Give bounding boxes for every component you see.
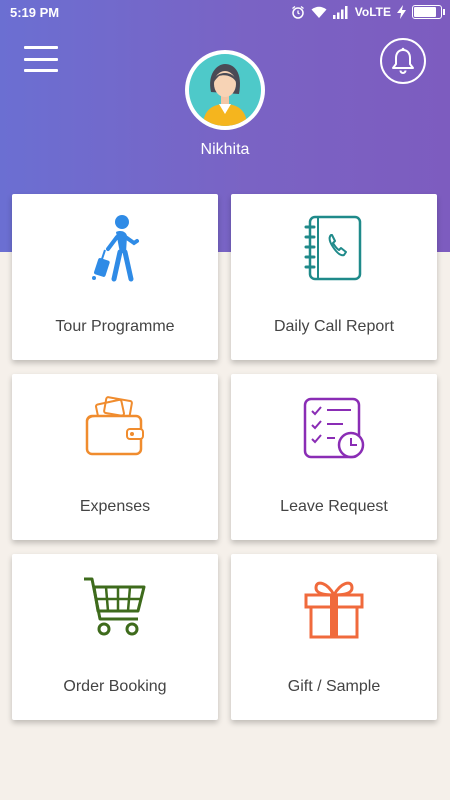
notification-button[interactable] [380, 38, 426, 84]
status-time: 5:19 PM [10, 4, 60, 20]
tile-label: Expenses [79, 498, 151, 515]
charging-icon [397, 5, 406, 19]
status-icons: VoLTE [291, 5, 445, 19]
tile-gift-sample[interactable]: Gift / Sample [231, 554, 437, 720]
tile-daily-call-report[interactable]: Daily Call Report [231, 194, 437, 360]
hamburger-menu-icon[interactable] [24, 46, 58, 72]
tile-order-booking[interactable]: Order Booking [12, 554, 218, 720]
bell-icon [392, 47, 414, 74]
gift-icon [304, 581, 364, 639]
user-name: Nikhita [200, 141, 250, 158]
tile-label: Gift / Sample [287, 678, 381, 695]
phone-book-icon [304, 215, 362, 281]
tile-leave-request[interactable]: Leave Request [231, 374, 437, 540]
battery-icon [412, 5, 445, 19]
tile-tour-programme[interactable]: Tour Programme [12, 194, 218, 360]
wifi-icon [311, 6, 327, 18]
tile-label: Daily Call Report [273, 318, 395, 335]
wallet-icon [85, 396, 144, 456]
tile-expenses[interactable]: Expenses [12, 374, 218, 540]
checklist-clock-icon [303, 397, 365, 459]
tile-label: Leave Request [280, 498, 388, 515]
network-type: VoLTE [354, 5, 391, 19]
alarm-icon [291, 5, 304, 19]
signal-icon [332, 5, 348, 19]
avatar[interactable] [185, 50, 265, 130]
shopping-cart-icon [84, 577, 146, 636]
status-bar: 5:19 PM VoLTE [0, 0, 450, 24]
tile-label: Tour Programme [55, 318, 175, 335]
walking-traveler-icon [92, 215, 139, 282]
user-avatar-icon [189, 54, 261, 126]
tile-label: Order Booking [63, 678, 167, 695]
